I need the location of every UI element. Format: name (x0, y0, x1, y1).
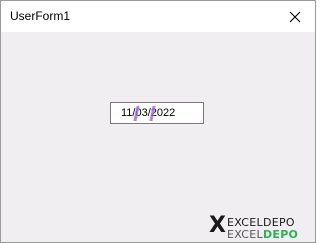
exceldepo-watermark: X EXCELDEPO EXCELDEPO (209, 215, 313, 241)
close-icon (289, 11, 301, 22)
date-value: 11/03/2022 (121, 107, 176, 119)
logo-line2-part-b: DEPO (262, 228, 299, 241)
userform-window: UserForm1 11/03/2022 X EXCELDEPO EXCELDE… (0, 0, 316, 243)
form-body: 11/03/2022 X EXCELDEPO EXCELDEPO (1, 32, 315, 242)
close-button[interactable] (275, 1, 315, 32)
title-bar: UserForm1 (1, 1, 315, 32)
logo-x-icon: X (209, 213, 226, 238)
date-textbox[interactable]: 11/03/2022 (110, 102, 204, 124)
logo-line2-part-a: EXCEL (227, 228, 263, 241)
window-title: UserForm1 (10, 9, 71, 23)
logo-text-line2: EXCELDEPO (227, 229, 298, 241)
